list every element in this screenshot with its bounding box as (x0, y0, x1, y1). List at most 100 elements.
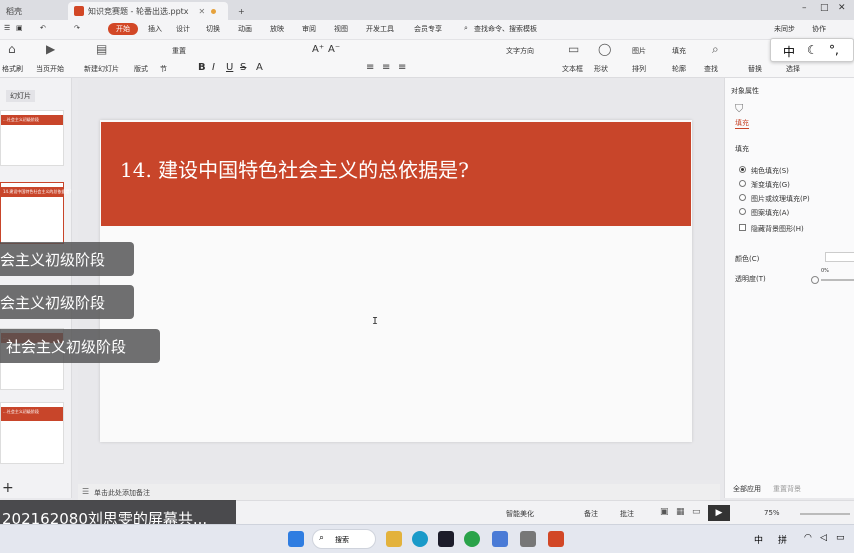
ime-mode-label[interactable]: 中 (783, 43, 795, 60)
radio-gradient-fill[interactable] (739, 180, 746, 187)
slide-thumbnail[interactable]: ...社会主义初级阶段 (0, 402, 64, 464)
maximize-icon[interactable]: □ (820, 3, 829, 13)
format-painter-button[interactable]: 格式刷 (2, 64, 23, 74)
select-button[interactable]: 选择 (786, 64, 800, 74)
align-right-icon[interactable]: ≡ (398, 62, 406, 73)
edge-browser-icon[interactable] (412, 531, 428, 547)
option-picture-fill[interactable]: 图片或纹理填充(P) (751, 194, 810, 204)
volume-icon[interactable]: ◁ (820, 533, 827, 543)
fill-section-toggle[interactable]: 填充 (735, 144, 749, 154)
new-tab-button[interactable]: + (232, 2, 251, 20)
ime-floating-bar[interactable]: 中 ☾ °, (770, 38, 854, 62)
menu-design[interactable]: 设计 (176, 24, 190, 34)
hide-bg-checkbox[interactable] (739, 224, 746, 231)
shape-icon[interactable]: ◯ (598, 42, 611, 56)
slide-thumbnail[interactable]: ...社会主义初级阶段 (0, 110, 64, 166)
replace-button[interactable]: 替换 (748, 64, 762, 74)
play-icon[interactable]: ▶ (46, 42, 55, 56)
shape-button[interactable]: 形状 (594, 64, 608, 74)
wechat-icon[interactable] (464, 531, 480, 547)
menu-insert[interactable]: 插入 (148, 24, 162, 34)
picture-button[interactable]: 图片 (632, 46, 646, 56)
sync-status[interactable]: 未同步 (774, 24, 795, 34)
collaborate-button[interactable]: 协作 (812, 24, 826, 34)
normal-view-icon[interactable]: ▣ (660, 507, 669, 517)
menu-view[interactable]: 视图 (334, 24, 348, 34)
taskbar-search-box[interactable]: ⌕ 搜索 (312, 529, 376, 549)
menu-developer[interactable]: 开发工具 (366, 24, 394, 34)
notes-bar[interactable]: ☰ 单击此处添加备注 (78, 484, 720, 500)
ime-indicator[interactable]: 中 (754, 533, 763, 546)
decrease-font-icon[interactable]: A⁻ (328, 44, 340, 55)
notes-toggle-button[interactable]: 备注 (584, 509, 598, 519)
menu-animation[interactable]: 动画 (238, 24, 252, 34)
strikethrough-icon[interactable]: S (240, 62, 246, 73)
sorter-view-icon[interactable]: ▦ (676, 507, 685, 517)
comment-button[interactable]: 批注 (620, 509, 634, 519)
outline-button[interactable]: 轮廓 (672, 64, 686, 74)
option-pattern-fill[interactable]: 图案填充(A) (751, 208, 789, 218)
settings-gear-icon[interactable] (520, 531, 536, 547)
increase-font-icon[interactable]: A⁺ (312, 44, 324, 55)
underline-icon[interactable]: U (226, 62, 233, 73)
redo-icon[interactable]: ↷ (74, 24, 80, 32)
radio-picture-fill[interactable] (739, 194, 746, 201)
menu-slideshow[interactable]: 放映 (270, 24, 284, 34)
moon-icon[interactable]: ☾ (807, 43, 818, 57)
steam-icon[interactable] (438, 531, 454, 547)
meeting-app-icon[interactable] (492, 531, 508, 547)
section-button[interactable]: 节 (160, 64, 167, 74)
align-left-icon[interactable]: ≡ (366, 62, 374, 73)
tab-docer[interactable]: 稻壳 (0, 2, 28, 20)
search-icon[interactable]: ⌕ (464, 24, 468, 33)
option-solid-fill[interactable]: 纯色填充(S) (751, 166, 789, 176)
save-icon[interactable]: ▣ (16, 24, 23, 32)
slideshow-play-icon[interactable]: ▶ (708, 505, 730, 521)
slide-thumbnail-selected[interactable]: 14.建设中国特色社会主义的总依据是? (0, 182, 71, 244)
play-from-current-button[interactable]: 当页开始 (36, 64, 64, 74)
zoom-slider[interactable] (800, 513, 850, 515)
text-box-icon[interactable]: ▭ (568, 42, 579, 56)
file-menu-icon[interactable]: ☰ (4, 24, 10, 32)
new-slide-button[interactable]: 新建幻灯片 (84, 64, 119, 74)
format-painter-icon[interactable]: ⌂ (8, 42, 16, 56)
hide-bg-label[interactable]: 隐藏背景图形(H) (751, 224, 804, 234)
ime-pinyin-indicator[interactable]: 拼 (778, 533, 787, 546)
slide-title[interactable]: 14. 建设中国特色社会主义的总依据是? (120, 154, 469, 183)
text-box-button[interactable]: 文本框 (562, 64, 583, 74)
windows-start-icon[interactable] (288, 531, 304, 547)
bold-icon[interactable]: B (198, 62, 206, 73)
find-icon[interactable]: ⌕ (712, 42, 719, 57)
transparency-slider[interactable] (821, 279, 854, 281)
menu-home[interactable]: 开始 (108, 23, 138, 35)
find-button[interactable]: 查找 (704, 64, 718, 74)
apply-all-button[interactable]: 全部应用 (733, 484, 761, 494)
close-window-icon[interactable]: ✕ (838, 3, 846, 13)
wifi-icon[interactable]: ◠ (804, 533, 812, 543)
wps-icon[interactable] (548, 531, 564, 547)
new-slide-icon[interactable]: ▤ (96, 42, 107, 56)
font-color-icon[interactable]: A (256, 62, 263, 73)
italic-icon[interactable]: I (212, 62, 215, 73)
file-explorer-icon[interactable] (386, 531, 402, 547)
reading-view-icon[interactable]: ▭ (692, 507, 701, 517)
punctuation-toggle[interactable]: °, (829, 43, 839, 57)
battery-icon[interactable]: ▭ (836, 533, 845, 543)
tab-fill[interactable]: 填充 (735, 118, 749, 129)
close-tab-icon[interactable]: ✕ (199, 7, 206, 16)
align-center-icon[interactable]: ≡ (382, 62, 390, 73)
menu-transition[interactable]: 切换 (206, 24, 220, 34)
minus-icon[interactable] (811, 276, 819, 284)
color-picker[interactable] (825, 252, 854, 262)
arrange-button[interactable]: 排列 (632, 64, 646, 74)
menu-member[interactable]: 会员专享 (414, 24, 442, 34)
tab-presentation[interactable]: 知识竞赛题 - 轮番出选.pptx ✕ (68, 2, 228, 20)
zoom-level[interactable]: 75% (764, 509, 780, 517)
option-gradient-fill[interactable]: 渐变填充(G) (751, 180, 790, 190)
reset-background-button[interactable]: 重置背景 (773, 484, 801, 494)
smart-beautify-button[interactable]: 智能美化 (506, 509, 534, 519)
minimize-icon[interactable]: – (802, 3, 807, 13)
notes-placeholder[interactable]: 单击此处添加备注 (94, 488, 150, 498)
text-direction-button[interactable]: 文字方向 (506, 46, 534, 56)
add-slide-icon[interactable]: + (2, 480, 14, 496)
